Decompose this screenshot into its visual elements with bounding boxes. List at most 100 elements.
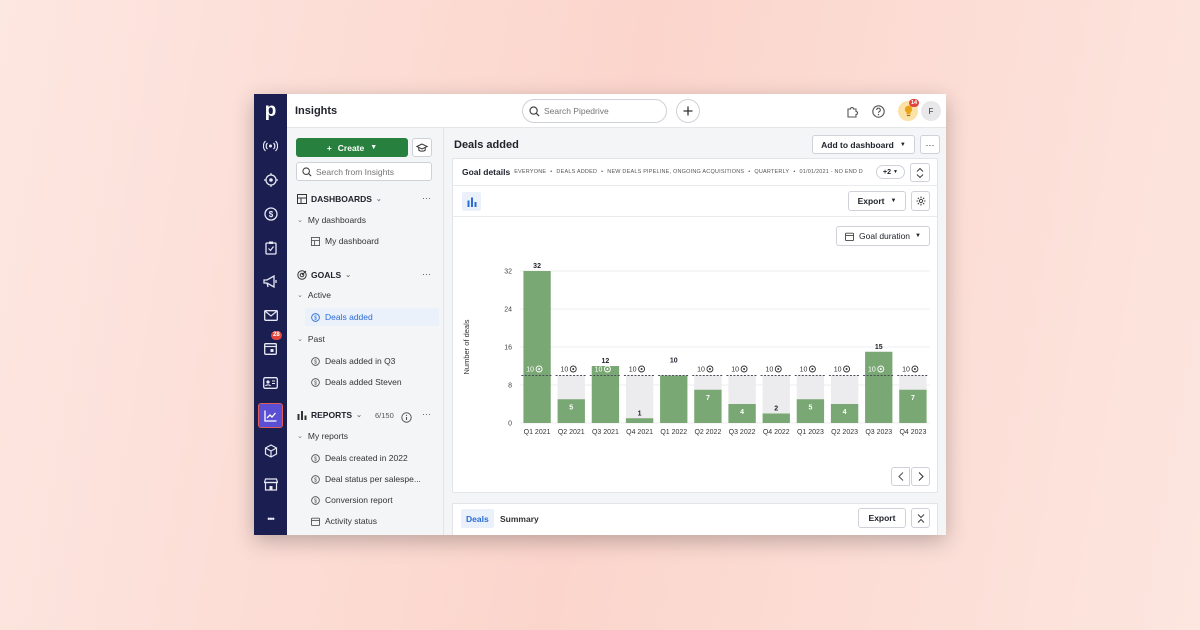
- quick-add-button[interactable]: [676, 99, 700, 123]
- target-icon[interactable]: [259, 168, 282, 191]
- goal-duration-dropdown[interactable]: Goal duration ▼: [836, 226, 930, 246]
- reports-section-header[interactable]: REPORTS ⌄: [297, 410, 362, 420]
- data-label: 5: [808, 404, 812, 411]
- sidebar-item-my-dashboard[interactable]: My dashboard: [311, 236, 379, 246]
- learn-button[interactable]: [412, 138, 432, 157]
- sidebar-item-deals-added-steven[interactable]: $ Deals added Steven: [311, 377, 402, 387]
- app-window: p $ 28 ••• Insights Search Pipedrive 14 …: [254, 94, 946, 535]
- sidebar-item-deals-added-q3[interactable]: $ Deals added in Q3: [311, 356, 395, 366]
- dashboards-section-header[interactable]: DASHBOARDS ⌄: [297, 194, 382, 204]
- collapse-button[interactable]: [911, 508, 930, 528]
- insights-chart-icon[interactable]: [258, 403, 283, 428]
- svg-text:$: $: [314, 456, 317, 462]
- goals-section-header[interactable]: GOALS ⌄: [297, 270, 351, 280]
- x-tick-label: Q4 2022: [763, 429, 790, 436]
- more-options-button[interactable]: ···: [920, 135, 940, 154]
- goal-label: 10: [834, 367, 842, 374]
- chart-type-button[interactable]: [462, 192, 481, 211]
- chip-separator: •: [748, 169, 751, 175]
- svg-text:$: $: [314, 477, 317, 483]
- contact-card-icon[interactable]: [259, 371, 282, 394]
- my-reports-group[interactable]: ⌄ My reports: [297, 431, 348, 441]
- x-tick-label: Q3 2021: [592, 429, 619, 436]
- data-label: 4: [740, 409, 744, 416]
- tab-summary[interactable]: Summary: [500, 509, 539, 528]
- global-search[interactable]: [522, 99, 667, 123]
- y-tick-label: 32: [504, 269, 512, 276]
- active-label: Active: [307, 290, 332, 300]
- puzzle-icon[interactable]: [844, 103, 860, 119]
- insights-search[interactable]: [296, 162, 432, 181]
- active-goals-group[interactable]: ⌄ Active: [297, 290, 331, 300]
- create-button[interactable]: + Create ▼: [296, 138, 408, 157]
- radio-broadcast-icon[interactable]: [259, 134, 282, 157]
- more-icon[interactable]: •••: [259, 507, 282, 530]
- sidebar-item-conversion-report[interactable]: $ Conversion report: [311, 495, 393, 505]
- dollar-icon: $: [311, 377, 320, 387]
- calendar-icon: [311, 517, 320, 526]
- deals-table-card: Deals Summary Export: [452, 503, 938, 535]
- info-icon[interactable]: [401, 410, 412, 428]
- goal-report-card: Goal details EVERYONE • DEALS ADDED • NE…: [452, 158, 938, 493]
- x-tick-label: Q1 2021: [524, 429, 551, 436]
- dashboards-title: DASHBOARDS: [311, 194, 372, 204]
- calendar-badge: 28: [271, 331, 282, 340]
- dollar-icon: $: [311, 495, 320, 505]
- past-label: Past: [307, 334, 325, 344]
- chart-settings-button[interactable]: [911, 191, 930, 211]
- goals-more-button[interactable]: ···: [422, 269, 431, 279]
- my-dashboards-group[interactable]: ⌄ My dashboards: [297, 215, 366, 225]
- bar: [660, 375, 688, 423]
- reports-more-button[interactable]: ···: [422, 409, 431, 419]
- insights-search-input[interactable]: [316, 166, 426, 177]
- megaphone-icon[interactable]: [259, 270, 282, 293]
- goal-target-icon: [879, 368, 882, 370]
- bar: [591, 366, 620, 423]
- tab-deals[interactable]: Deals: [461, 509, 494, 528]
- dashboards-more-button[interactable]: ···: [422, 193, 431, 203]
- past-goals-group[interactable]: ⌄ Past: [297, 334, 325, 344]
- box-icon[interactable]: [259, 439, 282, 462]
- store-icon[interactable]: [259, 473, 282, 496]
- export-button[interactable]: Export ▼: [848, 191, 906, 211]
- global-search-input[interactable]: [544, 106, 654, 116]
- svg-text:$: $: [314, 315, 317, 321]
- lightbulb-icon[interactable]: 14: [898, 99, 920, 121]
- data-label: 7: [706, 395, 710, 402]
- page-title: Insights: [295, 105, 338, 117]
- mail-icon[interactable]: [259, 304, 282, 327]
- report-title: Deals added: [454, 139, 519, 151]
- next-page-button[interactable]: [911, 467, 930, 486]
- sidebar-item-deal-status[interactable]: $ Deal status per salespe...: [311, 474, 421, 484]
- plus-icon: [683, 106, 693, 116]
- data-label: 4: [843, 409, 847, 416]
- previous-page-button[interactable]: [891, 467, 910, 486]
- goal-label: 10: [902, 367, 910, 374]
- caret-down-icon: ▼: [915, 233, 921, 239]
- add-to-dashboard-button[interactable]: Add to dashboard ▼: [812, 135, 915, 154]
- help-icon[interactable]: [870, 103, 886, 119]
- goal-target-icon: [708, 368, 711, 370]
- bar: [865, 351, 893, 423]
- sidebar-item-deals-added[interactable]: $ Deals added: [305, 308, 439, 326]
- expand-collapse-button[interactable]: [910, 163, 930, 182]
- pipedrive-logo[interactable]: p: [254, 94, 287, 128]
- sidebar-item-activity-status[interactable]: Activity status: [311, 516, 377, 526]
- export-label: Export: [857, 196, 885, 206]
- sidebar-item-label: Deals added Steven: [325, 377, 402, 387]
- goal-label: 10: [765, 367, 773, 374]
- avatar[interactable]: F: [921, 101, 941, 121]
- more-chips-button[interactable]: +2 ▼: [876, 165, 905, 179]
- goal-label: 10: [526, 367, 534, 374]
- table-export-button[interactable]: Export: [858, 508, 906, 528]
- dollar-icon[interactable]: $: [259, 202, 282, 225]
- goal-target-icon: [811, 368, 814, 370]
- chip-separator: •: [601, 169, 604, 175]
- x-tick-label: Q2 2021: [558, 429, 585, 436]
- clipboard-icon[interactable]: [259, 236, 282, 259]
- sidebar-item-deals-created-2022[interactable]: $ Deals created in 2022: [311, 453, 408, 463]
- my-reports-label: My reports: [307, 431, 349, 441]
- dollar-icon: $: [311, 453, 320, 463]
- caret-down-icon: ▼: [893, 169, 898, 175]
- calendar-icon[interactable]: 28: [259, 331, 282, 360]
